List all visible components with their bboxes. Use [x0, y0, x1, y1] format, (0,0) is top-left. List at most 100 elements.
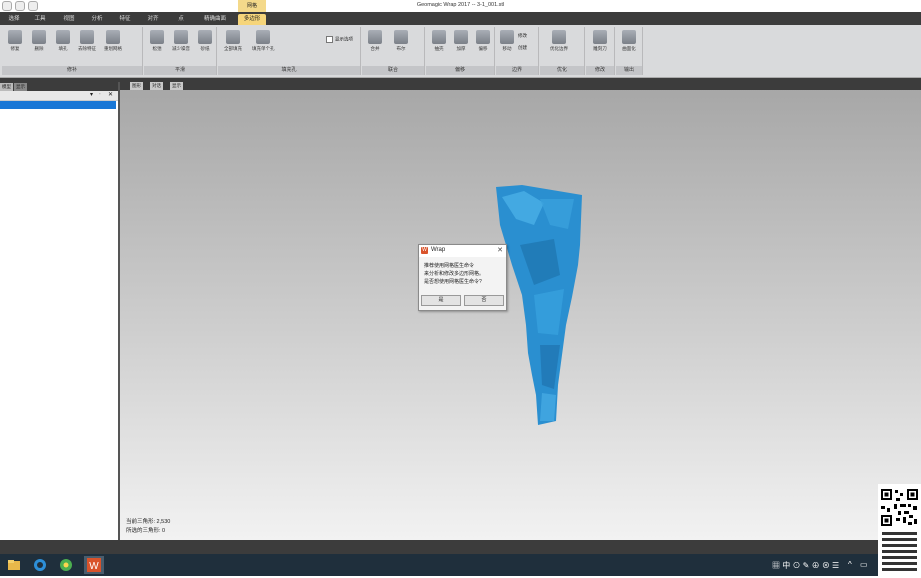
- thicken-icon: [454, 30, 468, 44]
- remesh-button[interactable]: 重划网格: [102, 30, 124, 58]
- group-smooth: 松弛 减少噪音 砂纸 平滑: [144, 27, 217, 75]
- optimize-boundary-button[interactable]: 优化边界: [544, 30, 574, 58]
- status-bar: [0, 540, 921, 554]
- group-label-modify: 修改: [586, 66, 614, 75]
- selected-model-row[interactable]: [0, 101, 116, 109]
- remove-features-button[interactable]: 去除特征: [76, 30, 98, 58]
- panel-tab-display[interactable]: 显示: [14, 83, 27, 91]
- fill-holes-button[interactable]: 填孔: [52, 30, 74, 58]
- mesh-stats: 当前三角形: 2,530 所选的三角形: 0: [126, 518, 170, 536]
- tab-polygons[interactable]: 多边形: [238, 14, 266, 25]
- repair-icon: [8, 30, 22, 44]
- shell-button[interactable]: 抽壳: [428, 30, 450, 58]
- selected-triangle-count: 所选的三角形: 0: [126, 528, 166, 534]
- modify-boundary-button[interactable]: 修改: [518, 33, 527, 39]
- tab-align[interactable]: 对齐: [142, 14, 164, 25]
- tab-tools[interactable]: 工具: [30, 14, 50, 25]
- offset-button[interactable]: 偏移: [472, 30, 494, 58]
- fill-single-icon: [256, 30, 270, 44]
- triangle-count: 当前三角形: 2,530: [126, 519, 171, 525]
- tray-chevron-icon[interactable]: ^: [848, 560, 852, 569]
- group-modify: 雕刻刀 修改: [586, 27, 615, 75]
- sandpaper-icon: [198, 30, 212, 44]
- sculpt-button[interactable]: 雕刻刀: [589, 30, 611, 58]
- tab-exact-surface[interactable]: 精确曲面: [198, 14, 232, 25]
- merge-button[interactable]: 合并: [364, 30, 386, 58]
- network-icon[interactable]: ▭: [860, 560, 868, 569]
- reduce-noise-button[interactable]: 减少噪音: [170, 30, 192, 58]
- group-label-optimize: 优化: [540, 66, 584, 75]
- delete-button[interactable]: 删除: [28, 30, 50, 58]
- group-label-output: 输出: [616, 66, 642, 75]
- panel-close-icon[interactable]: ✕: [108, 91, 113, 100]
- qr-code-overlay: [878, 484, 921, 576]
- fill-holes-icon: [56, 30, 70, 44]
- no-button[interactable]: 否: [464, 295, 504, 306]
- repair-button[interactable]: 修复: [4, 30, 26, 58]
- group-label-repair: 修补: [2, 66, 142, 75]
- viewport-tab-dialog[interactable]: 对话: [150, 82, 163, 90]
- reduce-noise-icon: [174, 30, 188, 44]
- merge-icon: [368, 30, 382, 44]
- file-explorer-icon[interactable]: [6, 557, 22, 573]
- panel-menu-icon[interactable]: ▾: [90, 91, 93, 100]
- create-boundary-button[interactable]: 创建: [518, 45, 527, 51]
- svg-text:W: W: [89, 561, 99, 572]
- mesh-model[interactable]: [494, 185, 586, 427]
- group-optimize: 优化边界 优化: [540, 27, 585, 75]
- boolean-icon: [394, 30, 408, 44]
- 3d-viewport[interactable]: 图形 对话 显示 当前三角形: 2,530 所选的三角形: 0: [120, 82, 921, 540]
- group-label-fill-holes: 填充孔: [218, 66, 360, 75]
- tab-analysis[interactable]: 分析: [86, 14, 108, 25]
- yes-button[interactable]: 是: [421, 295, 461, 306]
- tab-select[interactable]: 选择: [4, 14, 24, 25]
- geomagic-wrap-taskbar-icon[interactable]: W: [84, 556, 104, 574]
- dialog-title-bar: W Wrap ✕: [419, 245, 506, 257]
- checkbox-icon: [326, 36, 333, 43]
- taskbar: W ▦ 中 ⊙ ✎ ⊕ ⊗ ☰ ^ ▭: [0, 554, 921, 576]
- dialog-message: 推荐使用网格医生命令 来分析和修改多边形网格。 是否想使用网格医生命令?: [424, 263, 485, 285]
- surfacing-button[interactable]: 曲面化: [618, 30, 640, 58]
- green-app-icon[interactable]: [58, 557, 74, 573]
- tab-points[interactable]: 点: [170, 14, 192, 25]
- optimize-boundary-icon: [552, 30, 566, 44]
- surfacing-icon: [622, 30, 636, 44]
- fill-all-icon: [226, 30, 240, 44]
- thicken-button[interactable]: 加厚: [450, 30, 472, 58]
- panel-pin-icon[interactable]: ᐧ: [99, 91, 101, 100]
- viewport-tab-graphics[interactable]: 图形: [130, 82, 143, 90]
- group-offset: 抽壳 加厚 偏移 偏移: [426, 27, 495, 75]
- tab-features[interactable]: 特征: [114, 14, 136, 25]
- group-repair: 修复 删除 填孔 去除特征 重划网格 修补: [2, 27, 143, 75]
- dialog-title: Wrap: [431, 247, 446, 253]
- close-icon[interactable]: ✕: [497, 246, 503, 254]
- tab-view[interactable]: 视图: [58, 14, 80, 25]
- remove-features-icon: [80, 30, 94, 44]
- edge-browser-icon[interactable]: [32, 557, 48, 573]
- panel-tabs: 模型 显示: [0, 82, 118, 91]
- show-options-checkbox[interactable]: 显示选项: [326, 36, 353, 43]
- ribbon-tab-bar: 选择 工具 视图 分析 特征 对齐 点 精确曲面 多边形 Search: [0, 12, 921, 34]
- move-boundary-button[interactable]: 移动: [496, 30, 518, 58]
- panel-tab-model[interactable]: 模型: [0, 83, 13, 91]
- window-title: Geomagic Wrap 2017 -- 3-1_001.stl: [416, 2, 505, 8]
- delete-icon: [32, 30, 46, 44]
- group-label-boundary: 边界: [496, 66, 538, 75]
- panel-header: ▾ ᐧ ✕: [0, 91, 118, 101]
- wrap-dialog: W Wrap ✕ 推荐使用网格医生命令 来分析和修改多边形网格。 是否想使用网格…: [418, 244, 507, 311]
- boolean-button[interactable]: 布尔: [390, 30, 412, 58]
- group-output: 曲面化 输出: [616, 27, 643, 75]
- relax-button[interactable]: 松弛: [146, 30, 168, 58]
- group-label-smooth: 平滑: [144, 66, 216, 75]
- viewport-tab-display[interactable]: 显示: [170, 82, 183, 90]
- context-tab-label: 网格: [238, 0, 266, 12]
- group-fill-holes: 全部填充 填充单个孔 显示选项 填充孔: [218, 27, 361, 75]
- fill-single-button[interactable]: 填充单个孔: [252, 30, 275, 58]
- tray-icons[interactable]: ▦ 中 ⊙ ✎ ⊕ ⊗ ☰: [772, 560, 839, 571]
- wrap-logo-icon: W: [421, 247, 428, 254]
- offset-icon: [476, 30, 490, 44]
- fill-all-button[interactable]: 全部填充: [222, 30, 244, 58]
- group-union: 合并 布尔 联合: [362, 27, 425, 75]
- group-boundary: 移动 修改 创建 边界: [496, 27, 539, 75]
- sandpaper-button[interactable]: 砂纸: [194, 30, 216, 58]
